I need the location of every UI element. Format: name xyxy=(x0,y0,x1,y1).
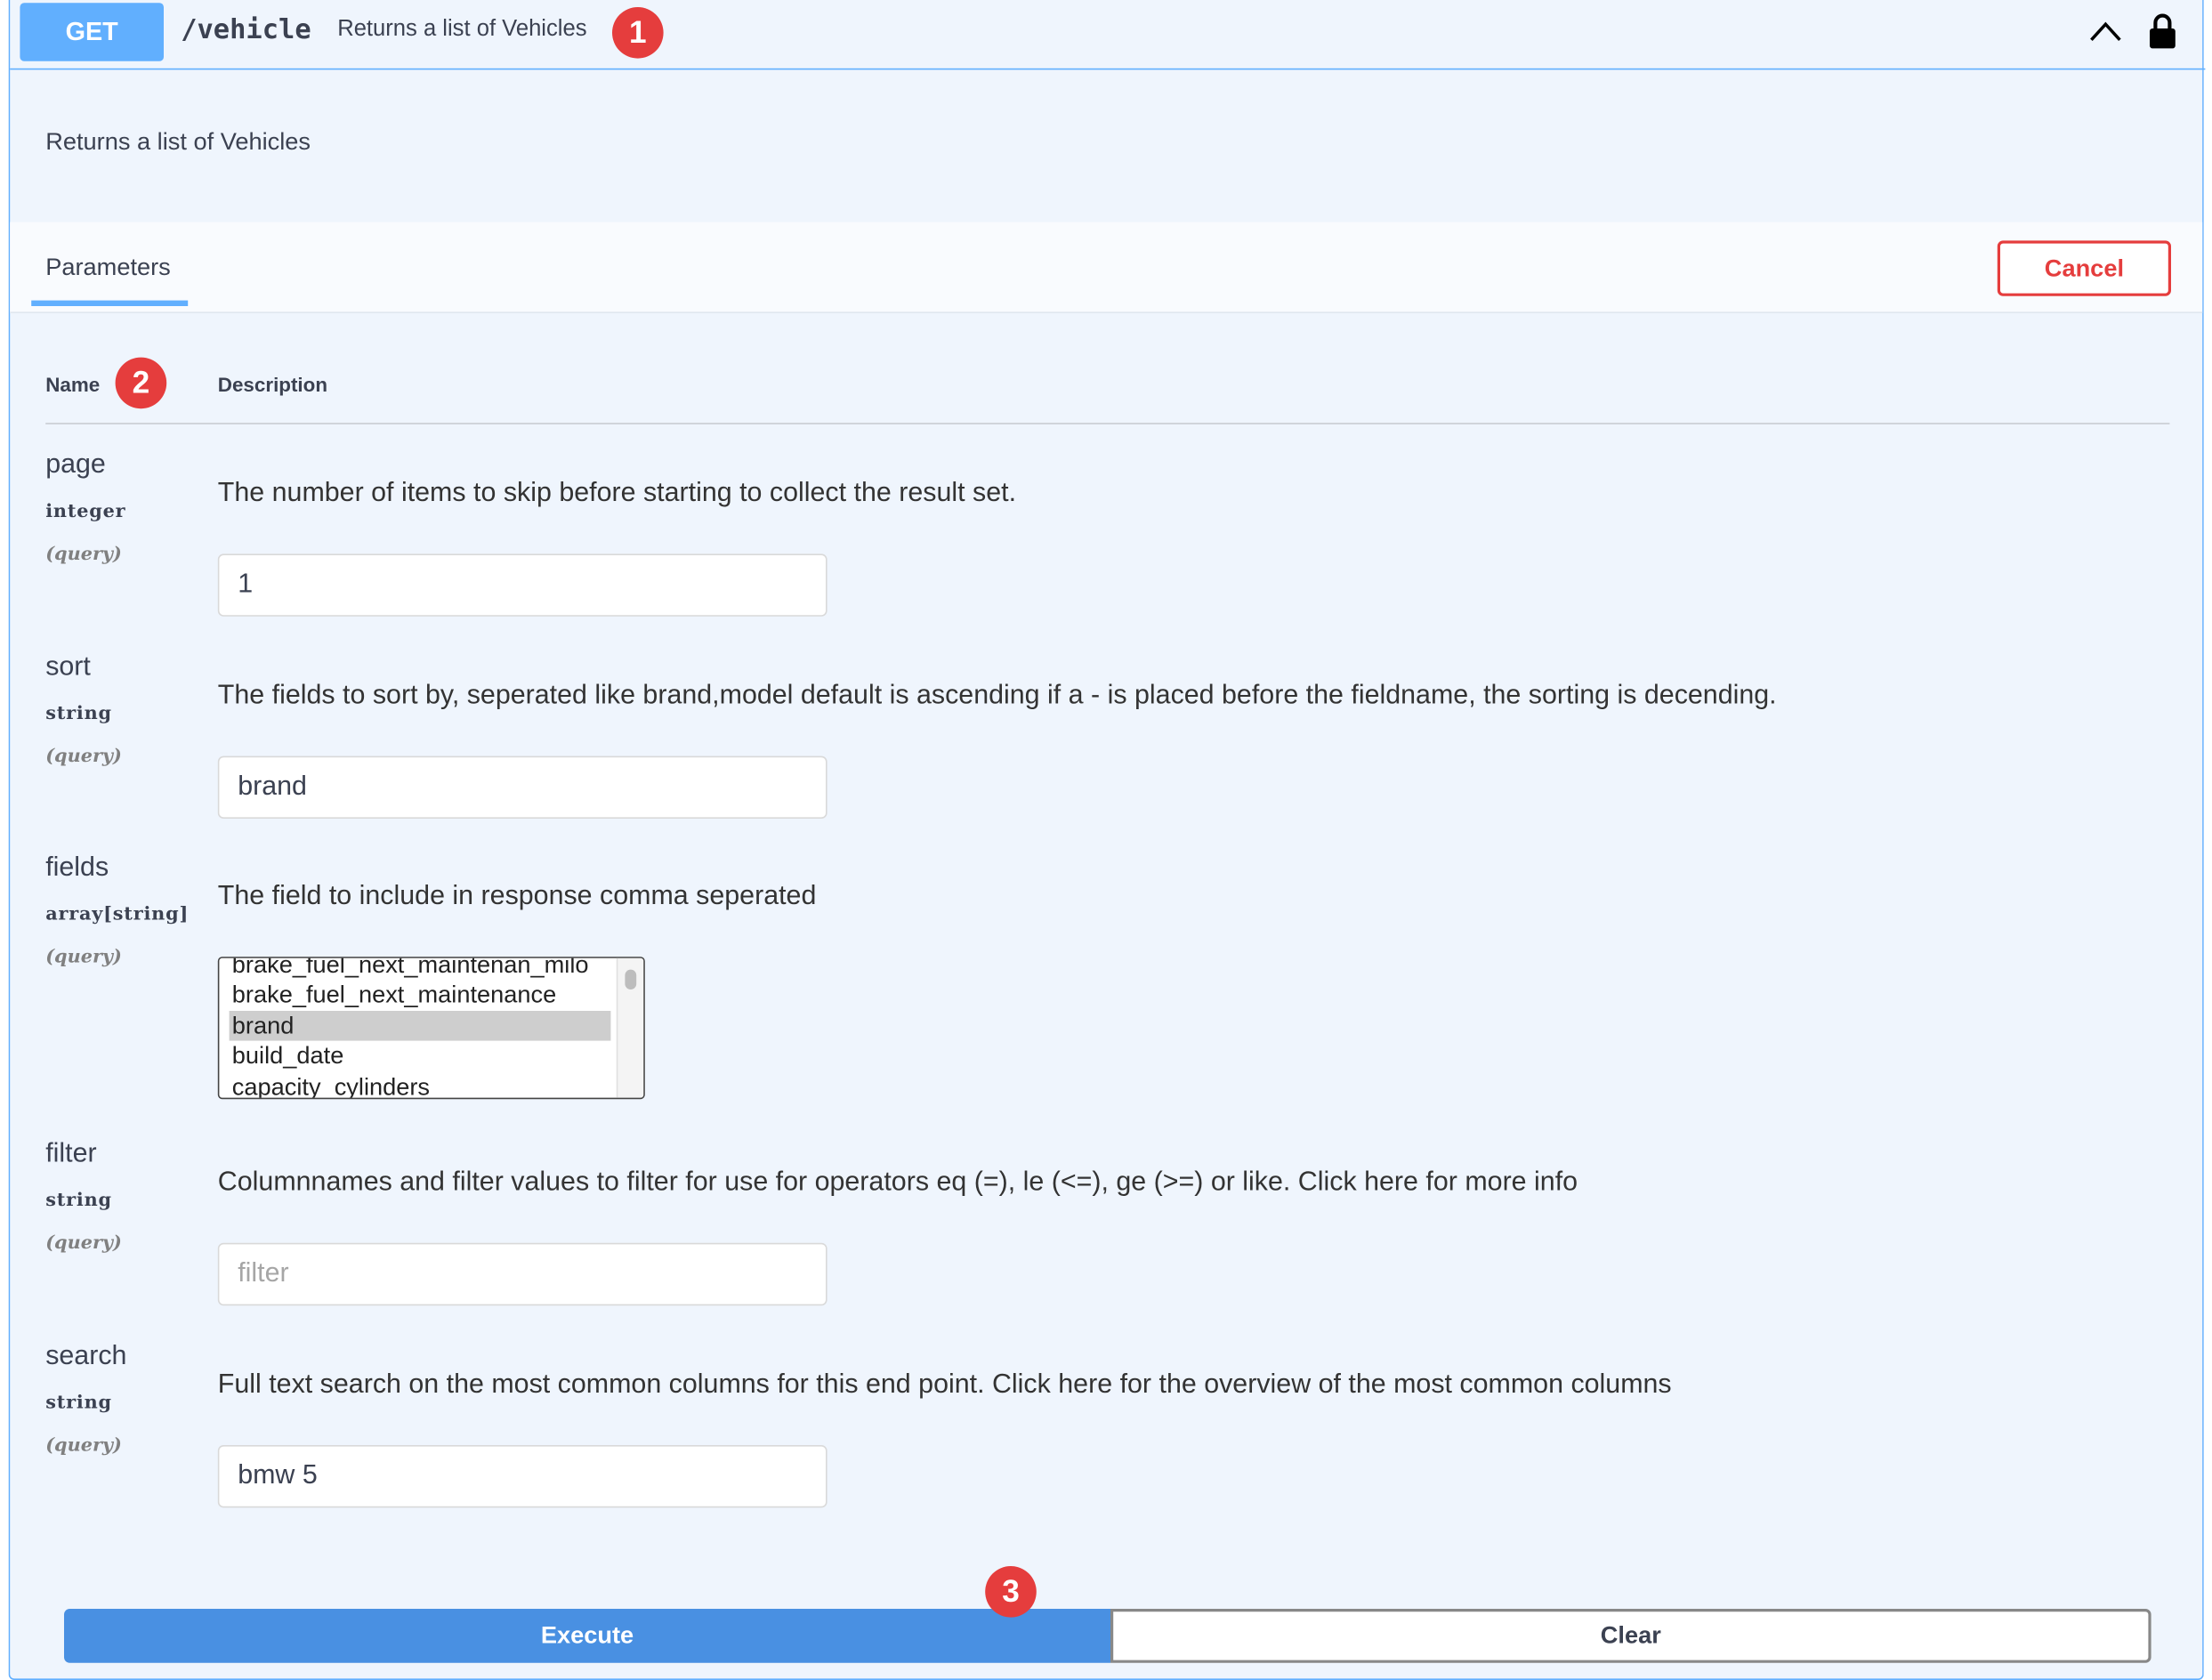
param-description-fields: The field to include in response comma s… xyxy=(217,881,817,911)
param-in-sort: (query) xyxy=(45,746,122,768)
annotation-badge-3: 3 xyxy=(985,1566,1037,1618)
operation-block: GET /vehicle Returns a list of Vehicles … xyxy=(8,0,2206,1680)
param-name-page: page xyxy=(45,449,106,481)
param-in-page: (query) xyxy=(45,544,122,566)
param-type-sort: string xyxy=(45,703,112,725)
param-type-filter: string xyxy=(45,1190,112,1212)
fields-option[interactable]: brake_fuel_next_maintenance xyxy=(230,980,611,1010)
execute-button[interactable]: Execute xyxy=(64,1609,1110,1663)
annotation-badge-1: 1 xyxy=(612,7,664,59)
param-description-page: The number of items to skip before start… xyxy=(217,478,1017,509)
param-in-search: (query) xyxy=(45,1434,122,1457)
operation-description: Returns a list of Vehicles xyxy=(45,128,311,156)
column-header-name: Name xyxy=(45,373,101,396)
tab-parameters[interactable]: Parameters xyxy=(45,254,171,282)
parameters-header: Parameters Cancel xyxy=(10,222,2203,313)
operation-summary[interactable]: GET /vehicle Returns a list of Vehicles … xyxy=(10,0,2206,70)
filter-input[interactable] xyxy=(217,1242,827,1306)
param-description-filter: Columnnames and filter values to filter … xyxy=(217,1167,1578,1198)
column-header-description: Description xyxy=(217,373,328,396)
annotation-badge-2: 2 xyxy=(115,357,167,409)
operation-summary-text: Returns a list of Vehicles xyxy=(337,17,587,42)
tab-underline xyxy=(31,300,189,306)
method-badge: GET xyxy=(20,3,165,61)
clear-button[interactable]: Clear xyxy=(1110,1609,2151,1663)
header-divider xyxy=(45,423,2170,424)
chevron-up-icon[interactable] xyxy=(2088,17,2122,45)
param-in-filter: (query) xyxy=(45,1232,122,1255)
sort-input[interactable] xyxy=(217,755,827,819)
param-name-sort: sort xyxy=(45,651,91,682)
page-input[interactable] xyxy=(217,553,827,617)
fields-scrollbar[interactable] xyxy=(616,957,644,1098)
lock-icon[interactable] xyxy=(2148,12,2176,52)
fields-option[interactable]: capacity_cylinders xyxy=(230,1072,611,1097)
param-type-page: integer xyxy=(45,501,126,523)
param-description-search: Full text search on the most common colu… xyxy=(217,1369,1672,1400)
param-name-search: search xyxy=(45,1341,127,1371)
param-type-fields: array[string] xyxy=(45,904,190,925)
search-input[interactable] xyxy=(217,1445,827,1508)
cancel-button[interactable]: Cancel xyxy=(1997,240,2171,296)
fields-multiselect[interactable]: brake_fuel_next_maintenan_milo brake_fue… xyxy=(217,957,645,1100)
param-type-search: string xyxy=(45,1392,112,1414)
fields-option[interactable]: brake_fuel_next_maintenan_milo xyxy=(230,958,611,980)
param-in-fields: (query) xyxy=(45,947,122,968)
operation-path: /vehicle xyxy=(181,14,311,46)
fields-option[interactable]: build_date xyxy=(230,1041,611,1071)
param-name-filter: filter xyxy=(45,1139,97,1169)
param-description-sort: The fields to sort by, seperated like br… xyxy=(217,680,1777,711)
fields-scrollbar-thumb[interactable] xyxy=(625,969,637,989)
param-name-fields: fields xyxy=(45,852,109,883)
fields-option-selected[interactable]: brand xyxy=(229,1011,611,1041)
